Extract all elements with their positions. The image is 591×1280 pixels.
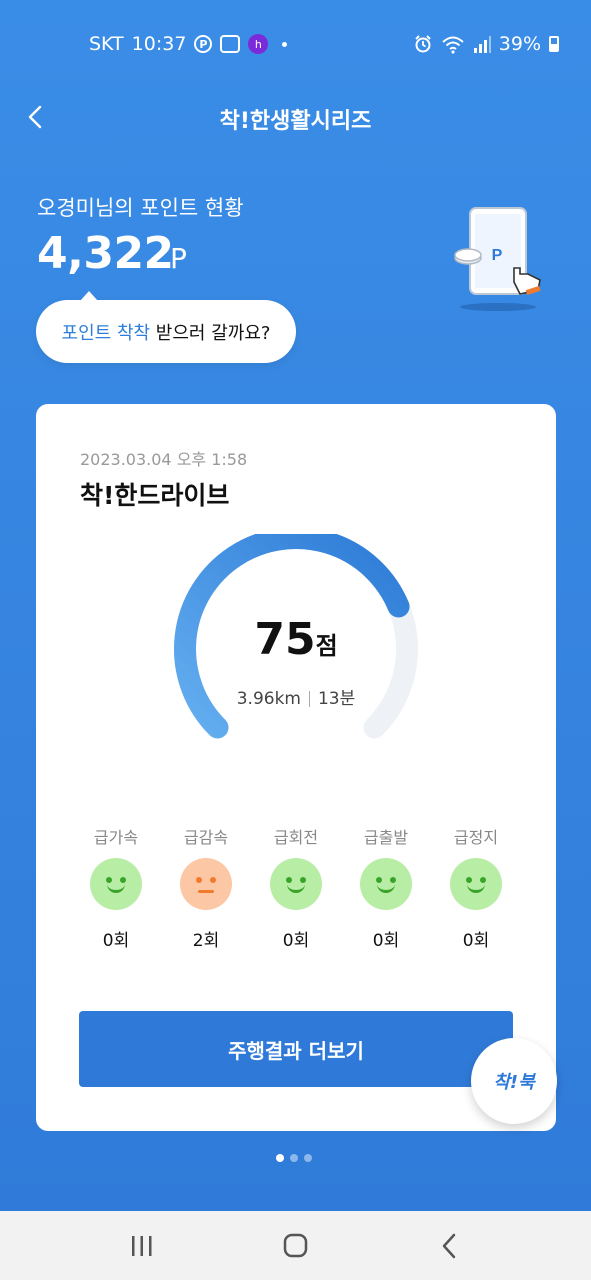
trip-summary: 3.96km 13분: [36, 684, 556, 709]
driving-metrics: 급가속 0회 급감속 2회 급회전 0회 급출발 0회 급정지 0회: [80, 824, 512, 951]
score-value: 75: [254, 614, 316, 665]
drive-date: 2023.03.04 오후 1:58: [80, 450, 248, 469]
carrier-label: SKT: [89, 33, 124, 55]
home-icon[interactable]: [275, 1229, 315, 1263]
page-title: 착!한생활시리즈: [219, 109, 372, 134]
points-prompt-bubble[interactable]: 포인트 착착 받으러 갈까요?: [36, 291, 296, 363]
alarm-icon: [415, 35, 431, 53]
happy-face-icon: [360, 858, 412, 910]
metric-item: 급정지 0회: [440, 824, 512, 951]
back-nav-icon[interactable]: [430, 1229, 470, 1263]
app-header: 착!한생활시리즈: [0, 95, 591, 139]
page-dot[interactable]: [304, 1154, 312, 1162]
parking-notification-icon: P: [194, 35, 213, 53]
score-display: 75점: [36, 614, 556, 665]
phone-points-illustration: P: [454, 207, 541, 311]
metric-count: 0회: [102, 931, 130, 951]
page-dot[interactable]: [276, 1154, 284, 1162]
app-notification-icon: [220, 35, 241, 53]
score-unit: 점: [315, 632, 338, 660]
wifi-icon: [442, 36, 464, 54]
page-indicator: [276, 1154, 312, 1162]
neutral-face-icon: [180, 858, 232, 910]
metric-item: 급가속 0회: [80, 824, 152, 951]
metric-label: 급가속: [93, 828, 139, 847]
clock: 10:37: [131, 33, 187, 55]
points-label: 오경미님의 포인트 현황: [37, 196, 244, 220]
metric-item: 급감속 2회: [170, 824, 242, 951]
status-bar: SKT 10:37 P h 39%: [0, 0, 591, 90]
card-title: 착!한드라이브: [80, 481, 230, 510]
battery-icon: [549, 36, 559, 52]
chakbook-floating-button[interactable]: 착!북: [471, 1038, 557, 1124]
system-nav-bar: [0, 1211, 591, 1280]
metric-item: 급회전 0회: [260, 824, 332, 951]
battery-percent: 39%: [498, 33, 541, 55]
metric-item: 급출발 0회: [350, 824, 422, 951]
happy-face-icon: [270, 858, 322, 910]
bubble-highlight: 포인트 착착: [61, 322, 151, 344]
trip-divider: [308, 691, 310, 707]
svg-text:P: P: [492, 247, 503, 264]
happy-face-icon: [450, 858, 502, 910]
metric-count: 2회: [192, 931, 220, 951]
metric-label: 급출발: [363, 828, 409, 847]
more-notifications-icon: [282, 41, 288, 47]
trip-duration: 13분: [317, 689, 356, 709]
metric-count: 0회: [372, 931, 400, 951]
metric-count: 0회: [462, 931, 490, 951]
metric-label: 급감속: [183, 828, 229, 847]
view-drive-results-button[interactable]: 주행결과 더보기: [79, 1011, 513, 1087]
status-right: 39%: [413, 33, 559, 55]
points-value: 4,322: [37, 228, 174, 279]
metric-label: 급정지: [453, 828, 499, 847]
h-app-notification-icon: h: [248, 34, 269, 54]
status-left: SKT 10:37 P h: [89, 33, 288, 55]
signal-icon: [473, 36, 491, 53]
metric-count: 0회: [282, 931, 310, 951]
points-unit: P: [170, 242, 187, 275]
drive-result-card: 2023.03.04 오후 1:58 착!한드라이브 75점 3.96km 13분…: [36, 404, 556, 1131]
happy-face-icon: [90, 858, 142, 910]
trip-distance: 3.96km: [236, 689, 301, 709]
metric-label: 급회전: [273, 828, 319, 847]
bubble-text: 받으러 갈까요?: [150, 322, 271, 344]
page-dot[interactable]: [290, 1154, 298, 1162]
recent-apps-icon[interactable]: [122, 1229, 162, 1263]
